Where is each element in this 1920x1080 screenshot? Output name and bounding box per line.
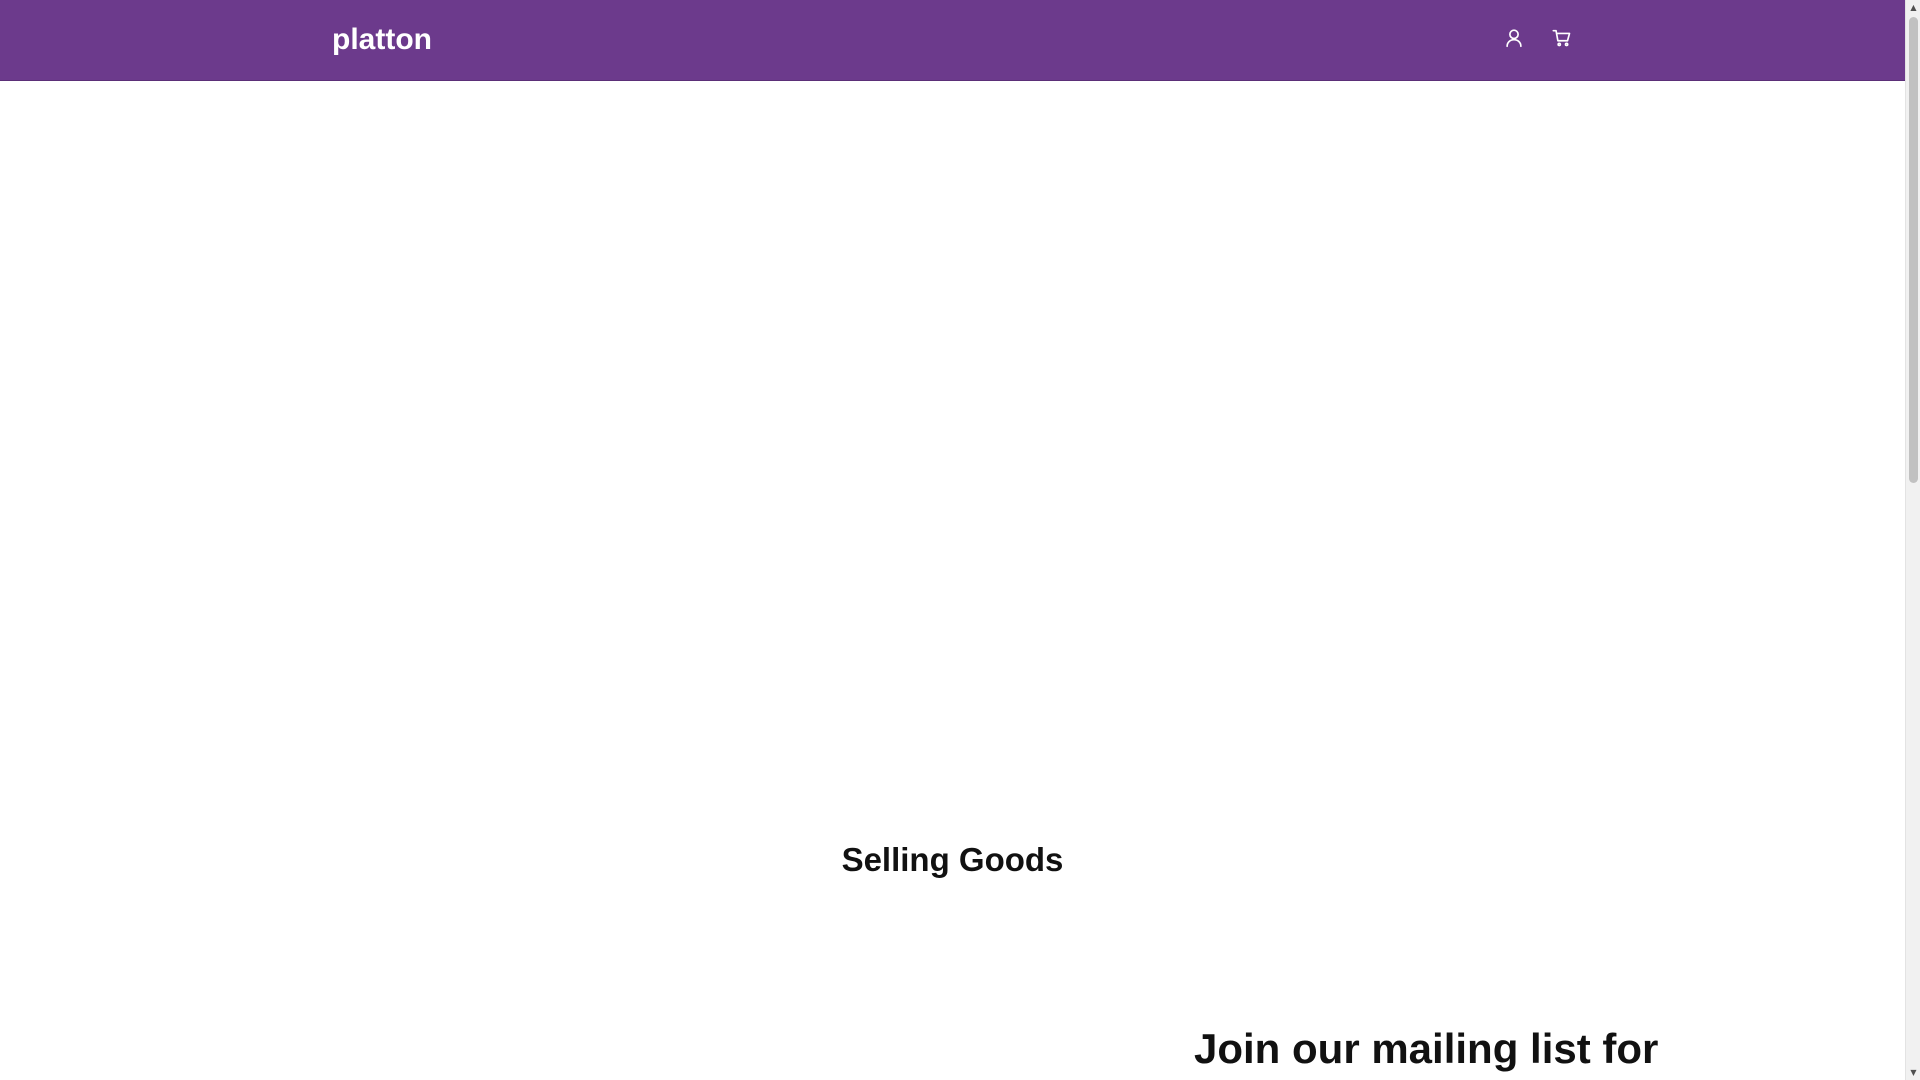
cart-button[interactable] — [1546, 24, 1578, 56]
site-header: platton — [0, 0, 1905, 81]
scroll-down-arrow[interactable]: ▼ — [1906, 1065, 1920, 1080]
account-button[interactable] — [1498, 24, 1530, 56]
page: platton Selling Goods Join our mailing l… — [0, 0, 1905, 1080]
store-logo[interactable]: platton — [332, 20, 432, 60]
page-scrollbar[interactable]: ▲ ▼ — [1905, 0, 1920, 1080]
user-icon — [1503, 27, 1525, 54]
mailing-list-title: Join our mailing list for — [1194, 1025, 1659, 1072]
hero-banner — [0, 81, 1905, 801]
featured-section-title: Selling Goods — [841, 841, 1064, 878]
cart-icon — [1551, 27, 1573, 54]
scroll-up-arrow[interactable]: ▲ — [1906, 0, 1920, 15]
scrollbar-thumb[interactable] — [1909, 17, 1918, 483]
